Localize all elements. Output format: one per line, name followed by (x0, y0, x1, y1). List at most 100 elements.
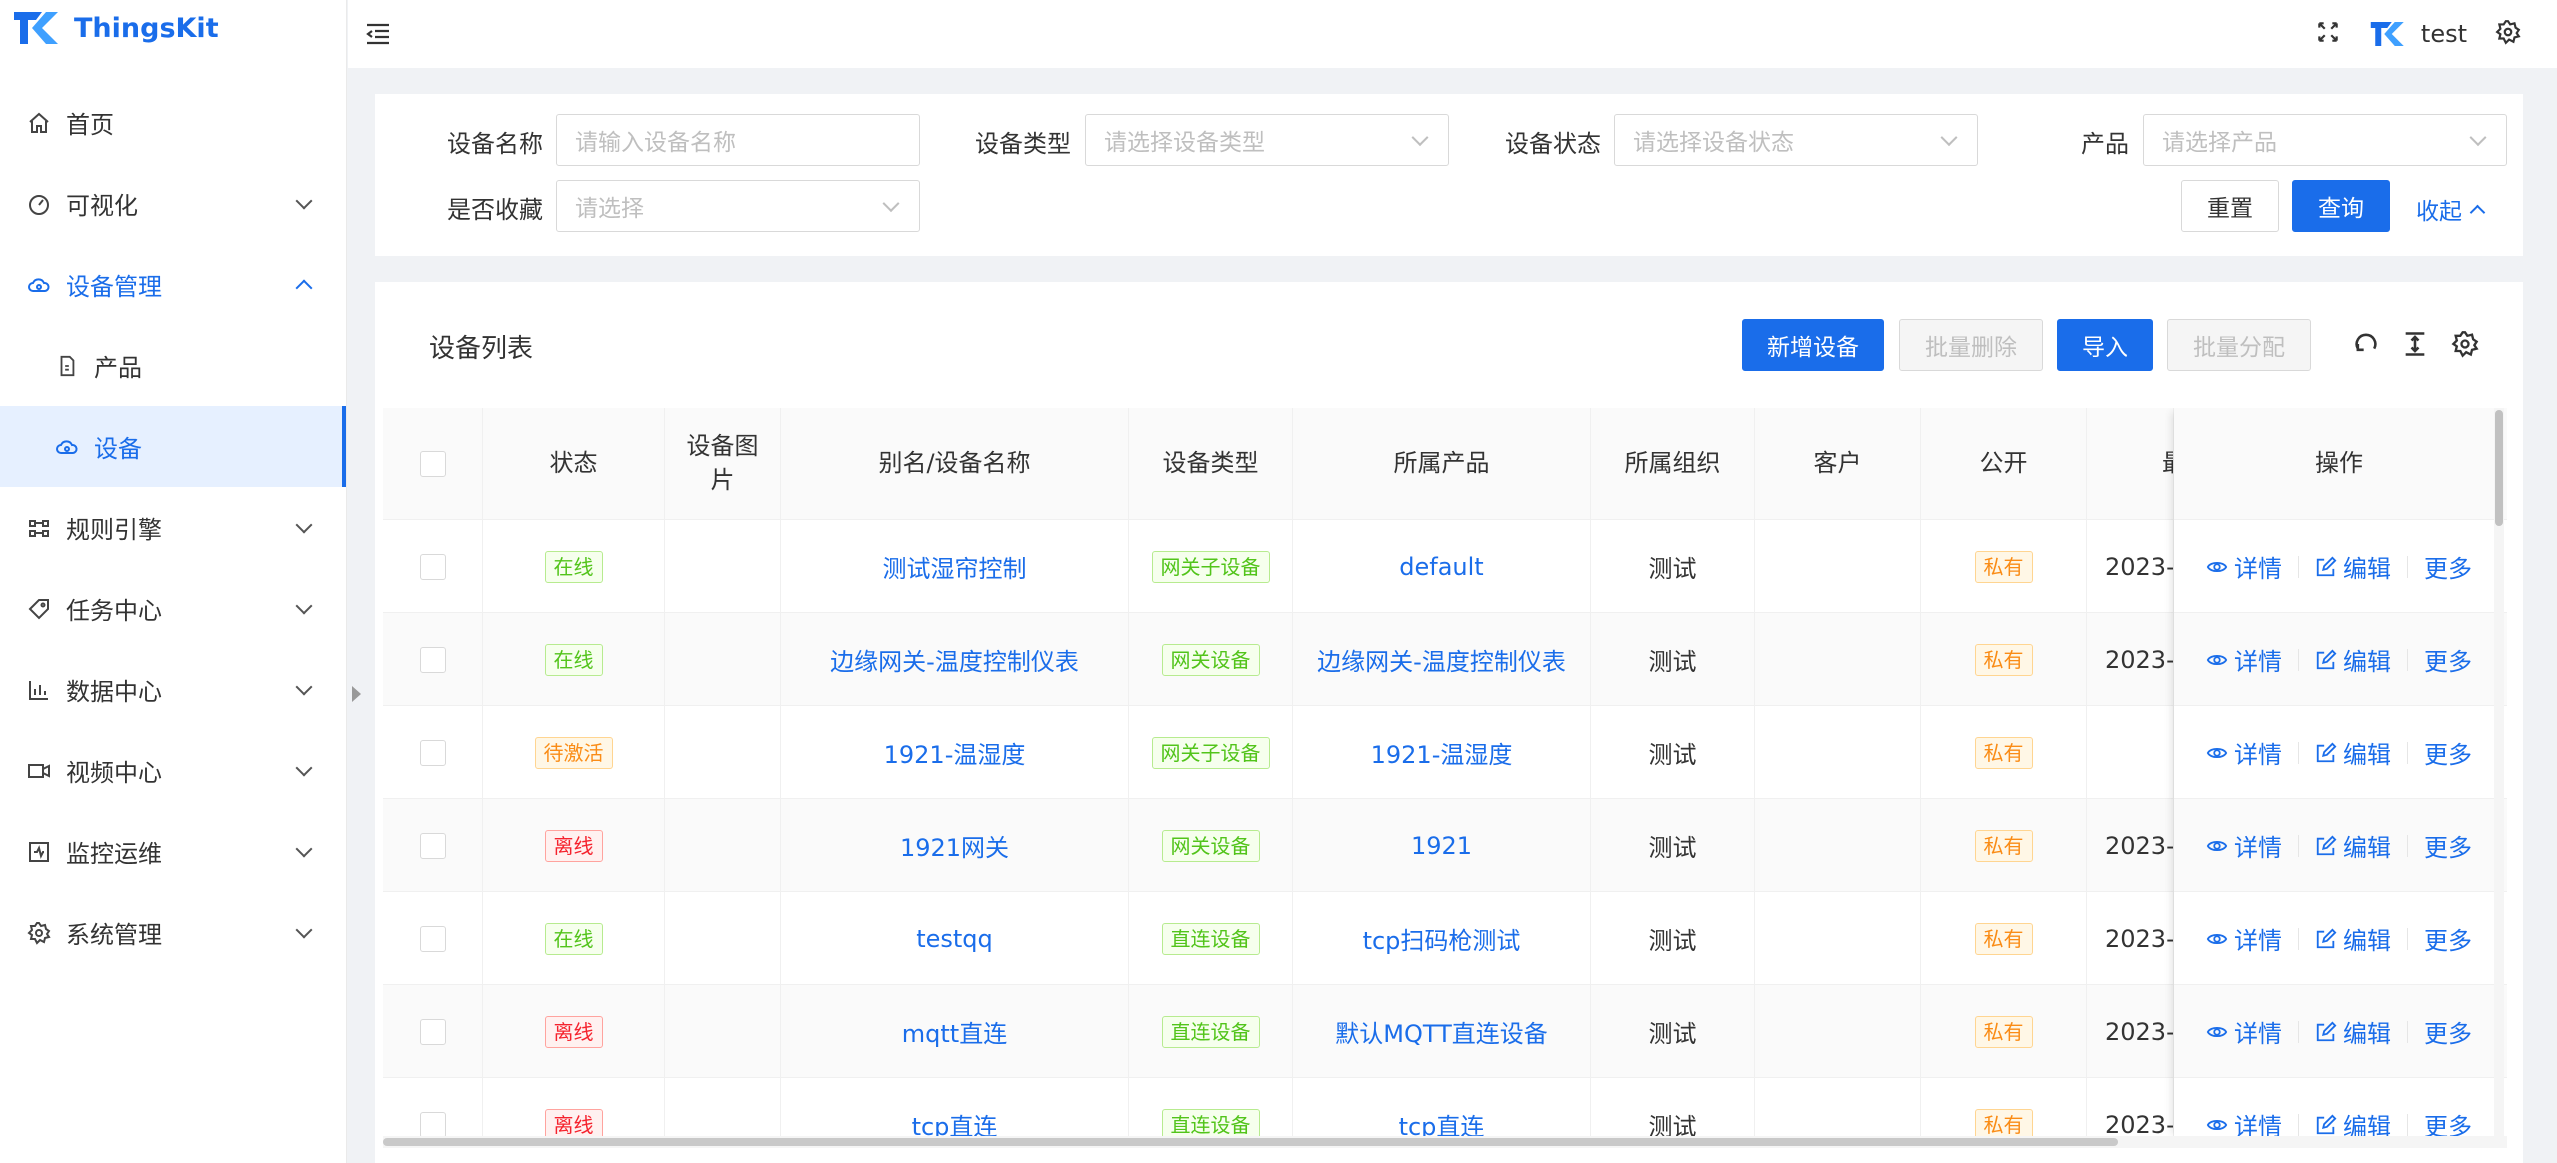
more-link[interactable]: 更多 (2424, 1107, 2472, 1138)
row-checkbox[interactable] (419, 925, 446, 952)
device-name-link[interactable]: mqtt直连 (781, 985, 1129, 1078)
detail-link[interactable]: 详情 (2206, 1107, 2282, 1138)
row-checkbox[interactable] (419, 1111, 446, 1138)
edit-link[interactable]: 编辑 (2315, 642, 2391, 677)
type-cell: 网关子设备 (1129, 706, 1293, 799)
sidebar-item-device[interactable]: 设备 (0, 406, 346, 487)
vertical-scrollbar[interactable] (2494, 408, 2504, 1138)
product-select[interactable]: 请选择产品 (2143, 114, 2507, 166)
row-checkbox[interactable] (419, 1018, 446, 1045)
sidebar-item-video-center[interactable]: 视频中心 (0, 730, 346, 811)
device-name-link[interactable]: 边缘网关-温度控制仪表 (781, 613, 1129, 706)
fullscreen-icon[interactable] (2315, 19, 2341, 49)
col-image[interactable]: 设备图片 (665, 408, 781, 520)
sidebar-item-system[interactable]: 系统管理 (0, 892, 346, 973)
column-settings-gear-icon[interactable] (2447, 326, 2483, 362)
edit-link[interactable]: 编辑 (2315, 1107, 2391, 1138)
device-name-input[interactable]: 请输入设备名称 (556, 114, 920, 166)
row-checkbox[interactable] (419, 739, 446, 766)
sidebar-item-visualization[interactable]: 可视化 (0, 163, 346, 244)
batch-assign-button[interactable]: 批量分配 (2167, 319, 2311, 371)
sidebar-item-monitoring[interactable]: 监控运维 (0, 811, 346, 892)
more-link[interactable]: 更多 (2424, 921, 2472, 956)
horizontal-scrollbar[interactable] (383, 1136, 2507, 1148)
reset-button[interactable]: 重置 (2181, 180, 2279, 232)
edit-link[interactable]: 编辑 (2315, 735, 2391, 770)
collapse-link[interactable]: 收起 (2416, 192, 2486, 226)
device-name-link[interactable]: tcp直连 (781, 1078, 1129, 1138)
refresh-icon[interactable] (2348, 326, 2384, 362)
settings-gear-icon[interactable] (2495, 19, 2521, 49)
col-org[interactable]: 所属组织 (1591, 408, 1755, 520)
col-public[interactable]: 公开 (1921, 408, 2087, 520)
menu-fold-icon[interactable] (364, 20, 392, 48)
sidebar-item-label: 可视化 (66, 192, 138, 220)
detail-link[interactable]: 详情 (2206, 642, 2282, 677)
edit-link[interactable]: 编辑 (2315, 921, 2391, 956)
eye-icon (2206, 840, 2228, 851)
sidebar-item-data-center[interactable]: 数据中心 (0, 649, 346, 730)
more-link[interactable]: 更多 (2424, 549, 2472, 584)
col-status[interactable]: 状态 (483, 408, 665, 520)
row-checkbox[interactable] (419, 832, 446, 859)
product-link[interactable]: tcp直连 (1293, 1078, 1591, 1138)
row-checkbox[interactable] (419, 553, 446, 580)
product-link[interactable]: 1921-温湿度 (1293, 706, 1591, 799)
edit-label: 编辑 (2343, 1020, 2391, 1048)
detail-link[interactable]: 详情 (2206, 921, 2282, 956)
device-name-link[interactable]: testqq (781, 892, 1129, 985)
sidebar-item-device-management[interactable]: 设备管理 (0, 244, 346, 325)
horizontal-scroll-thumb[interactable] (383, 1138, 2118, 1146)
image-cell (665, 892, 781, 985)
col-last-time[interactable]: 最 (2087, 408, 2174, 520)
sidebar-collapse-handle-icon[interactable] (352, 686, 361, 702)
add-device-button[interactable]: 新增设备 (1742, 319, 1884, 371)
last-time-cell: 2023-1 (2087, 799, 2174, 892)
more-link[interactable]: 更多 (2424, 1014, 2472, 1049)
more-link[interactable]: 更多 (2424, 642, 2472, 677)
edit-link[interactable]: 编辑 (2315, 1014, 2391, 1049)
product-link[interactable]: 1921 (1293, 799, 1591, 892)
detail-link[interactable]: 详情 (2206, 549, 2282, 584)
sidebar-item-task-center[interactable]: 任务中心 (0, 568, 346, 649)
col-type[interactable]: 设备类型 (1129, 408, 1293, 520)
logo[interactable]: ThingsKit (0, 0, 346, 56)
status-badge: 离线 (544, 829, 603, 862)
import-button[interactable]: 导入 (2057, 319, 2153, 371)
edit-label: 编辑 (2343, 834, 2391, 862)
device-name-link[interactable]: 测试湿帘控制 (781, 520, 1129, 613)
column-height-icon[interactable] (2397, 326, 2433, 362)
device-type-select[interactable]: 请选择设备类型 (1085, 114, 1449, 166)
more-link[interactable]: 更多 (2424, 828, 2472, 863)
sidebar-item-home[interactable]: 首页 (0, 82, 346, 163)
product-link[interactable]: 边缘网关-温度控制仪表 (1293, 613, 1591, 706)
device-name-link[interactable]: 1921网关 (781, 799, 1129, 892)
sidebar-item-product[interactable]: 产品 (0, 325, 346, 406)
col-customer[interactable]: 客户 (1755, 408, 1921, 520)
device-name-link[interactable]: 1921-温湿度 (781, 706, 1129, 799)
col-product[interactable]: 所属产品 (1293, 408, 1591, 520)
edit-link[interactable]: 编辑 (2315, 549, 2391, 584)
public-badge: 私有 (1974, 550, 2033, 583)
is-favorite-select[interactable]: 请选择 (556, 180, 920, 232)
ops-cell: 详情 编辑 更多 (2174, 799, 2504, 892)
select-all-checkbox[interactable] (419, 451, 446, 477)
user-menu[interactable]: test (2369, 19, 2467, 49)
product-link[interactable]: default (1293, 520, 1591, 613)
product-link[interactable]: tcp扫码枪测试 (1293, 892, 1591, 985)
sidebar-item-rule-engine[interactable]: 规则引擎 (0, 487, 346, 568)
row-checkbox[interactable] (419, 646, 446, 673)
col-name[interactable]: 别名/设备名称 (781, 408, 1129, 520)
edit-link[interactable]: 编辑 (2315, 828, 2391, 863)
customer-cell (1755, 985, 1921, 1078)
batch-delete-button[interactable]: 批量删除 (1899, 319, 2043, 371)
device-status-select[interactable]: 请选择设备状态 (1614, 114, 1978, 166)
product-link[interactable]: 默认MQTT直连设备 (1293, 985, 1591, 1078)
detail-link[interactable]: 详情 (2206, 1014, 2282, 1049)
more-link[interactable]: 更多 (2424, 735, 2472, 770)
detail-link[interactable]: 详情 (2206, 828, 2282, 863)
query-button[interactable]: 查询 (2292, 180, 2390, 232)
vertical-scroll-thumb[interactable] (2495, 410, 2503, 526)
detail-link[interactable]: 详情 (2206, 735, 2282, 770)
device-status-label: 设备状态 (1505, 130, 1601, 158)
